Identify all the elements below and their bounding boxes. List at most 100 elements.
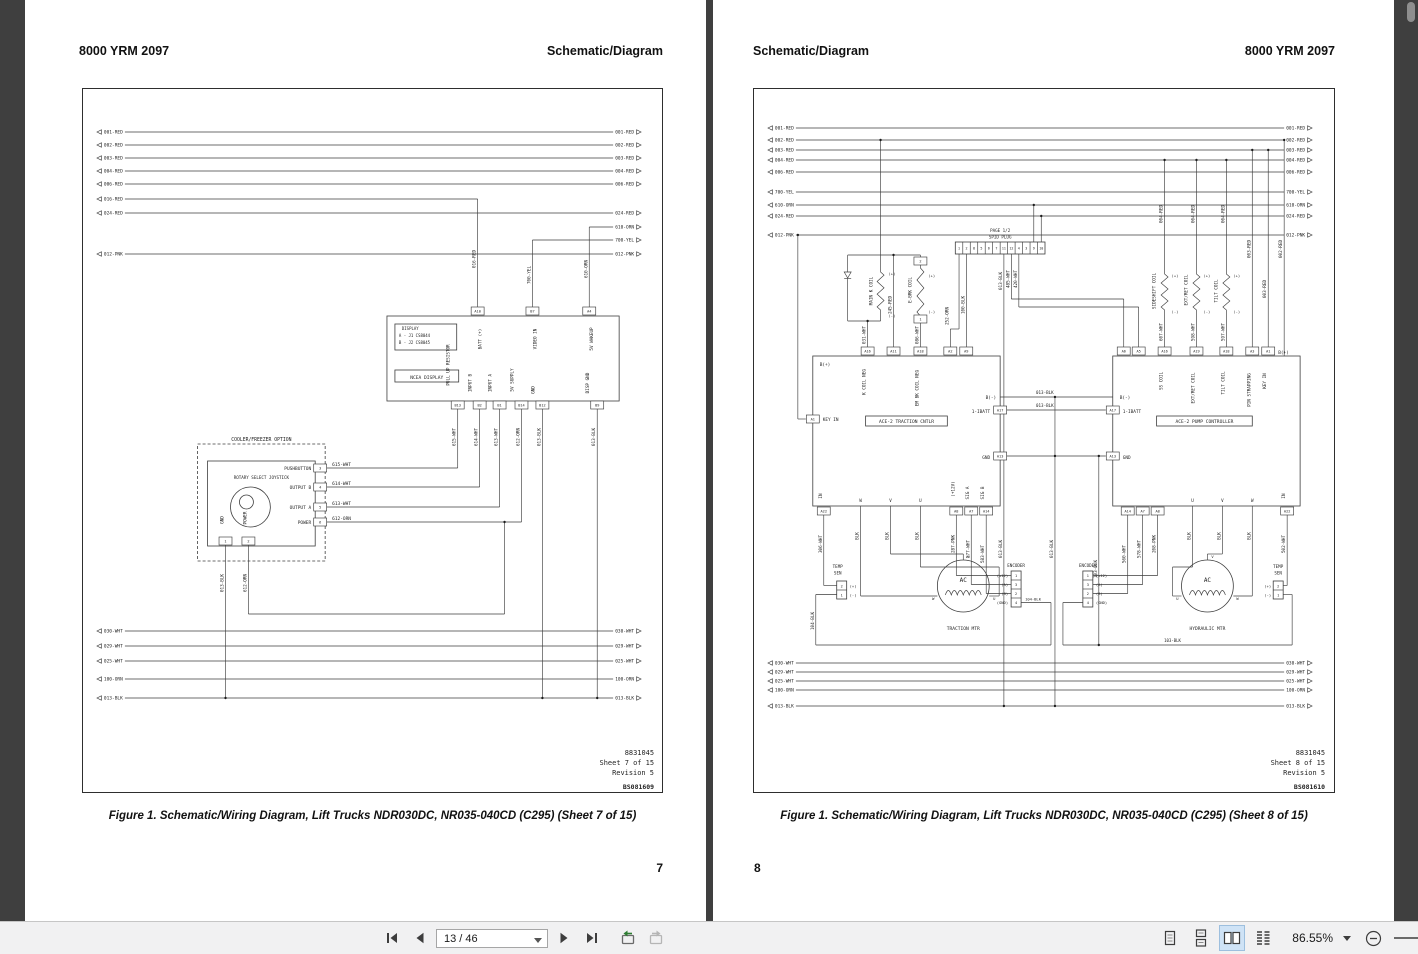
svg-text:002-RED: 002-RED xyxy=(775,138,794,144)
next-view-icon xyxy=(649,930,663,945)
svg-text:030-WHT: 030-WHT xyxy=(775,661,794,667)
svg-text:BS081609: BS081609 xyxy=(623,783,654,791)
svg-text:B7: B7 xyxy=(530,309,534,313)
svg-text:004-RED: 004-RED xyxy=(775,158,794,164)
svg-text:11: 11 xyxy=(1002,246,1006,250)
svg-text:BLK: BLK xyxy=(1187,532,1193,540)
svg-text:3: 3 xyxy=(1025,246,1027,250)
svg-text:GND: GND xyxy=(220,516,226,524)
last-page-icon xyxy=(587,933,597,943)
svg-text:004-RED: 004-RED xyxy=(615,169,634,175)
svg-text:560-WHT: 560-WHT xyxy=(1122,545,1128,563)
zoom-slider-track[interactable] xyxy=(1394,926,1418,950)
facing-page-view-icon xyxy=(1224,931,1241,945)
next-view-button[interactable] xyxy=(644,926,668,950)
svg-text:TEMP: TEMP xyxy=(1273,564,1284,569)
svg-text:A17: A17 xyxy=(1110,408,1116,412)
svg-text:SPID PLUG: SPID PLUG xyxy=(989,234,1012,239)
svg-text:5V SUPPLY: 5V SUPPLY xyxy=(510,368,516,392)
page-number-input[interactable]: 13 / 46 xyxy=(436,928,548,948)
continuous-page-view-button[interactable] xyxy=(1189,926,1213,950)
svg-text:012-PNK: 012-PNK xyxy=(1286,233,1305,239)
svg-text:A3: A3 xyxy=(1250,349,1254,353)
svg-text:4: 4 xyxy=(319,485,321,489)
svg-text:A13: A13 xyxy=(1110,454,1116,458)
svg-text:013-BLK: 013-BLK xyxy=(220,574,226,592)
svg-text:BLK: BLK xyxy=(855,532,861,540)
svg-text:A11: A11 xyxy=(890,349,896,353)
svg-text:A22: A22 xyxy=(1284,509,1290,513)
svg-text:2: 2 xyxy=(1087,592,1089,596)
svg-text:612-ORN: 612-ORN xyxy=(515,428,521,446)
svg-text:012-PNK: 012-PNK xyxy=(775,233,794,239)
facing-page-view-button[interactable] xyxy=(1219,925,1246,951)
svg-text:PIN STRAPPING: PIN STRAPPING xyxy=(1246,373,1252,407)
svg-text:INPUT B: INPUT B xyxy=(468,374,474,392)
svg-text:TILT COIL: TILT COIL xyxy=(1213,279,1219,303)
next-page-button[interactable] xyxy=(552,926,576,950)
svg-text:612-ORN: 612-ORN xyxy=(242,574,248,592)
svg-text:025-WHT: 025-WHT xyxy=(615,659,634,665)
svg-text:Revision 5: Revision 5 xyxy=(612,769,654,777)
svg-text:GND: GND xyxy=(982,455,990,461)
svg-text:(-): (-) xyxy=(1233,309,1240,314)
svg-text:AC: AC xyxy=(960,577,968,584)
zoom-out-button[interactable] xyxy=(1361,926,1385,950)
svg-text:1-IBATT: 1-IBATT xyxy=(972,409,991,415)
svg-text:485-WHT: 485-WHT xyxy=(1005,270,1011,288)
svg-text:1: 1 xyxy=(224,539,226,543)
svg-text:B14: B14 xyxy=(518,403,524,407)
svg-text:BS081610: BS081610 xyxy=(1294,783,1325,791)
svg-text:B(-): B(-) xyxy=(1120,395,1131,401)
svg-text:030-WHT: 030-WHT xyxy=(615,629,634,635)
svg-text:W: W xyxy=(932,596,935,601)
svg-text:B12: B12 xyxy=(539,403,545,407)
svg-text:NCEA DISPLAY: NCEA DISPLAY xyxy=(410,375,443,381)
svg-text:013-BLK: 013-BLK xyxy=(1036,390,1054,395)
svg-text:EXT/RET COIL: EXT/RET COIL xyxy=(1190,372,1196,403)
pdf-page-sheet-7: 8000 YRM 2097 Schematic/Diagram 001-RED 0… xyxy=(25,0,706,921)
view-zoom-group: 86.55% xyxy=(1158,922,1418,954)
svg-text:IN: IN xyxy=(1281,493,1287,499)
svg-text:DISPLAY: DISPLAY xyxy=(402,326,419,331)
continuous-page-view-icon xyxy=(1196,929,1207,947)
svg-text:A18: A18 xyxy=(1223,349,1229,353)
last-page-button[interactable] xyxy=(580,926,604,950)
svg-text:OUTPUT A: OUTPUT A xyxy=(290,505,312,511)
continuous-facing-view-button[interactable] xyxy=(1251,926,1275,950)
svg-text:013-BLK: 013-BLK xyxy=(1036,403,1054,408)
svg-text:002-RED: 002-RED xyxy=(104,143,123,149)
svg-text:004-RED: 004-RED xyxy=(104,169,123,175)
svg-text:B(-): B(-) xyxy=(986,395,997,401)
svg-text:POWER: POWER xyxy=(242,511,248,524)
zoom-dropdown-button[interactable] xyxy=(1340,926,1354,950)
vertical-scrollbar-thumb[interactable] xyxy=(1407,2,1415,22)
svg-text:(+12): (+12) xyxy=(1096,573,1107,578)
svg-text:013-BLK: 013-BLK xyxy=(615,696,634,702)
svg-text:287-PNK: 287-PNK xyxy=(950,535,956,553)
svg-text:BLK: BLK xyxy=(885,532,891,540)
svg-text:002-RED: 002-RED xyxy=(1286,138,1305,144)
svg-text:029-WHT: 029-WHT xyxy=(104,644,123,650)
previous-page-button[interactable] xyxy=(408,926,432,950)
single-page-view-button[interactable] xyxy=(1158,926,1182,950)
zoom-level-value[interactable]: 86.55% xyxy=(1292,931,1333,945)
svg-text:100-ORN: 100-ORN xyxy=(775,688,794,694)
svg-text:MAIN K COIL: MAIN K COIL xyxy=(869,276,875,305)
svg-text:U: U xyxy=(1191,498,1194,503)
svg-text:(+12V): (+12V) xyxy=(950,481,956,496)
svg-text:029-WHT: 029-WHT xyxy=(615,644,634,650)
diagram-frame: 001-RED 001-RED 002-RED 002-RED 003-RED 003-R… xyxy=(82,88,663,793)
svg-text:KEY IN: KEY IN xyxy=(823,417,839,423)
page-number: 7 xyxy=(656,861,663,875)
previous-view-button[interactable] xyxy=(616,926,640,950)
continuous-facing-view-icon xyxy=(1257,931,1270,945)
svg-text:A17: A17 xyxy=(997,408,1003,412)
svg-text:306-WHT: 306-WHT xyxy=(818,535,824,553)
svg-text:001-RED: 001-RED xyxy=(615,130,634,136)
svg-text:12: 12 xyxy=(1009,246,1013,250)
svg-text:B(+): B(+) xyxy=(1278,350,1289,356)
svg-text:AC: AC xyxy=(1204,577,1212,584)
first-page-button[interactable] xyxy=(380,926,404,950)
svg-text:(-): (-) xyxy=(928,309,935,314)
